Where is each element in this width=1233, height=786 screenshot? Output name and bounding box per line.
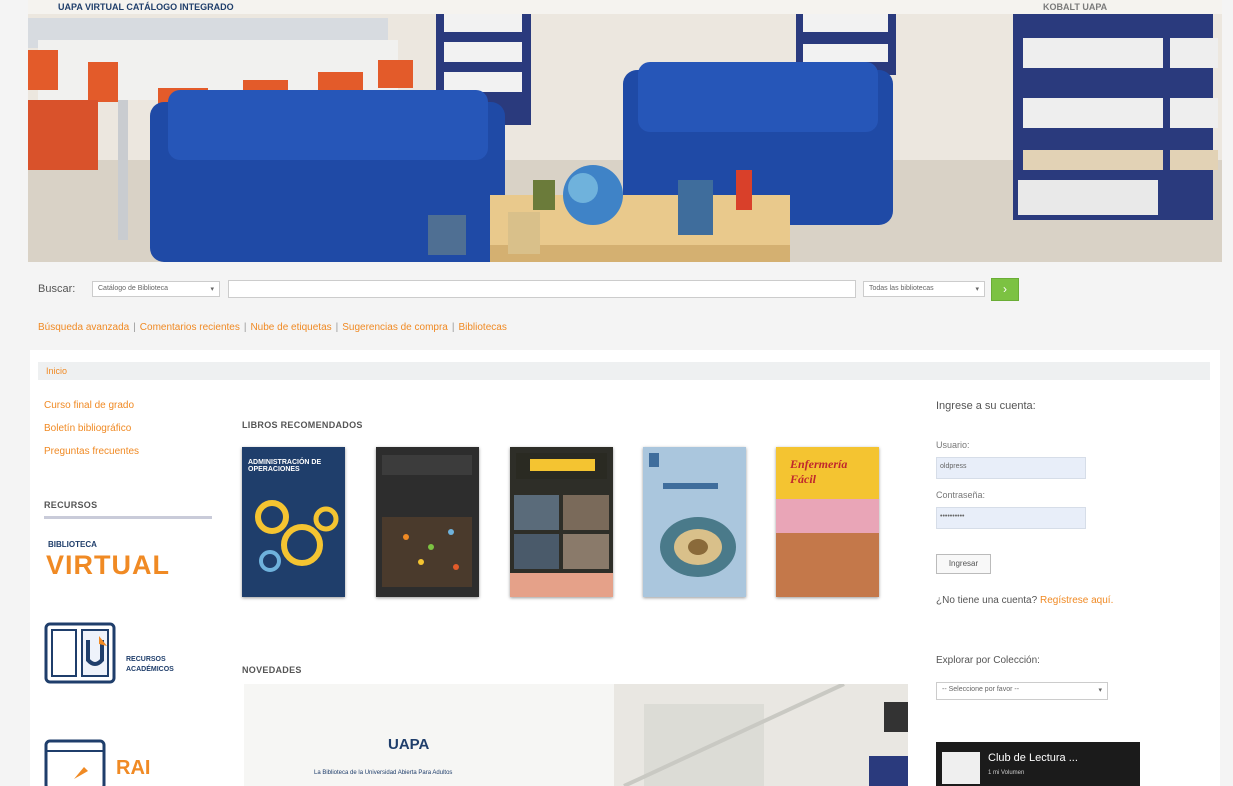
rai-label: RAI — [116, 757, 151, 779]
recursos-academicos-link[interactable]: RECURSOS ACADÉMICOS — [44, 618, 214, 688]
no-account-row: ¿No tiene una cuenta? Regístrese aquí. — [936, 595, 1113, 606]
catalog-select-value: Catálogo de Biblioteca — [98, 285, 169, 292]
rai-link[interactable]: RAI — [44, 735, 214, 786]
biblioteca-virtual-link[interactable]: BIBLIOTECA VIRTUAL — [44, 540, 214, 590]
nautilus-illustration — [649, 453, 736, 577]
partner-logo: KOBALT UAPA — [1043, 2, 1108, 12]
password-field[interactable]: •••••••••• — [936, 507, 1086, 529]
collection-select[interactable]: -- Seleccione por favor -- ▾ — [936, 682, 1108, 700]
breadcrumb-home-link[interactable]: Inicio — [46, 366, 67, 376]
ra-label-2: ACADÉMICOS — [126, 666, 174, 673]
hero-banner: UAPA VIRTUAL CATÁLOGO INTEGRADO KOBALT U… — [28, 0, 1222, 262]
divider — [44, 516, 212, 519]
collection-select-value: -- Seleccione por favor -- — [942, 686, 1020, 693]
book-photo — [776, 533, 879, 597]
link-recent-comments[interactable]: Comentarios recientes — [140, 322, 240, 333]
library-select-value: Todas las bibliotecas — [869, 285, 934, 292]
sidebar-item-faq[interactable]: Preguntas frecuentes — [44, 446, 139, 457]
chevron-down-icon: ▾ — [1098, 687, 1102, 694]
city-lights-illustration — [382, 455, 472, 587]
recommended-title: LIBROS RECOMENDADOS — [242, 420, 363, 430]
book-cover-3[interactable] — [510, 447, 613, 597]
sidebar-item-final-course[interactable]: Curso final de grado — [44, 400, 134, 411]
chevron-down-icon: ▾ — [975, 286, 979, 293]
username-field[interactable]: oldpress — [936, 457, 1086, 479]
username-label: Usuario: — [936, 440, 970, 450]
uapa-logo: UAPA — [388, 736, 430, 753]
search-go-button[interactable]: › — [991, 278, 1019, 301]
rai-book-icon — [44, 739, 106, 786]
reading-club-widget[interactable]: Club de Lectura ... 1 mi Volumen — [936, 742, 1140, 786]
book-band — [776, 499, 879, 533]
news-banner[interactable]: UAPA La Biblioteca de la Universidad Abi… — [244, 684, 908, 786]
news-caption: La Biblioteca de la Universidad Abierta … — [314, 770, 453, 776]
book-logo-icon — [44, 622, 116, 684]
bv-label-big: VIRTUAL — [46, 550, 170, 580]
link-advanced-search[interactable]: Búsqueda avanzada — [38, 322, 129, 333]
book-title: ADMINISTRACIÓN DE OPERACIONES — [248, 459, 322, 473]
book-cover-2[interactable] — [376, 447, 479, 597]
search-label: Buscar: — [38, 283, 76, 295]
club-thumbnail — [942, 752, 980, 784]
book-cover-5[interactable]: Enfermería Fácil — [776, 447, 879, 597]
link-libraries[interactable]: Bibliotecas — [458, 322, 506, 333]
club-title: Club de Lectura ... — [988, 752, 1078, 764]
register-link[interactable]: Regístrese aquí. — [1040, 595, 1113, 606]
book-cover-4[interactable] — [643, 447, 746, 597]
sidebar-item-bulletin[interactable]: Boletín bibliográfico — [44, 423, 131, 434]
link-purchase-suggestions[interactable]: Sugerencias de compra — [342, 322, 448, 333]
browse-title: Explorar por Colección: — [936, 655, 1040, 666]
gears-illustration — [255, 500, 339, 572]
photo-collage — [510, 453, 613, 597]
bv-label-small: BIBLIOTECA — [48, 540, 97, 549]
catalog-select[interactable]: Catálogo de Biblioteca ▾ — [92, 281, 220, 297]
resources-title: RECURSOS — [44, 500, 98, 510]
book-title: Enfermería Fácil — [790, 457, 848, 486]
breadcrumb: Inicio — [38, 362, 1210, 380]
no-account-text: ¿No tiene una cuenta? — [936, 595, 1038, 606]
library-photo — [28, 0, 1222, 262]
ra-label-1: RECURSOS — [126, 656, 166, 663]
link-tag-cloud[interactable]: Nube de etiquetas — [250, 322, 331, 333]
search-input[interactable] — [228, 280, 856, 298]
club-subtitle: 1 mi Volumen — [988, 770, 1025, 776]
news-title: NOVEDADES — [242, 665, 302, 675]
login-title: Ingrese a su cuenta: — [936, 400, 1036, 412]
chevron-down-icon: ▾ — [210, 286, 214, 293]
nav-links: Búsqueda avanzada | Comentarios recientes |… — [38, 322, 507, 333]
login-button[interactable]: Ingresar — [936, 554, 991, 574]
uapa-logo: UAPA VIRTUAL CATÁLOGO INTEGRADO — [58, 2, 234, 12]
main-panel: Inicio Curso final de grado Boletín bibl… — [30, 350, 1220, 786]
library-select[interactable]: Todas las bibliotecas ▾ — [863, 281, 985, 297]
password-label: Contraseña: — [936, 490, 986, 500]
book-cover-1[interactable]: ADMINISTRACIÓN DE OPERACIONES — [242, 447, 345, 597]
